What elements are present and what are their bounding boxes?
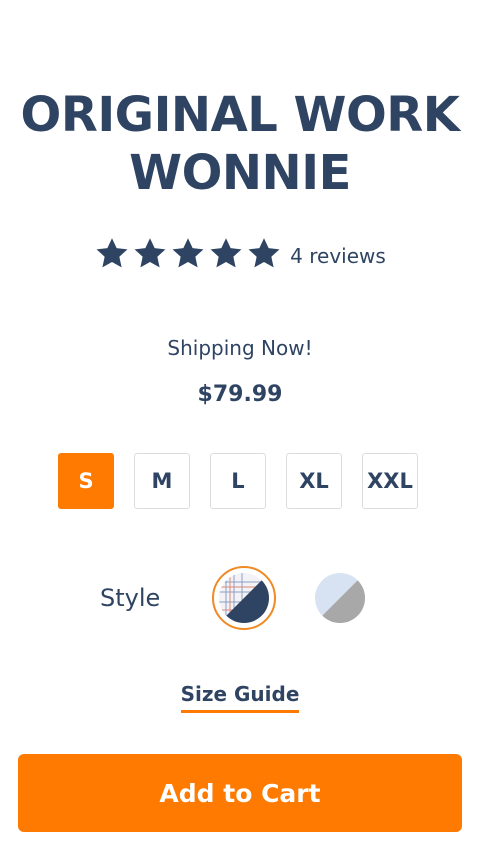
size-option-xxl[interactable]: XXL	[362, 453, 418, 509]
star-icon	[94, 236, 130, 272]
rating-row[interactable]: 4 reviews	[0, 236, 480, 272]
size-guide-link[interactable]: Size Guide	[180, 682, 300, 713]
star-icon	[246, 236, 282, 272]
size-option-l[interactable]: L	[210, 453, 266, 509]
size-selector: S M L XL XXL	[58, 453, 418, 509]
product-price: $79.99	[197, 382, 283, 407]
style-swatch-plaid-navy[interactable]	[212, 566, 276, 630]
size-guide: Size Guide	[0, 682, 480, 713]
plaid-swatch-icon	[218, 572, 270, 624]
star-icon	[132, 236, 168, 272]
style-label: Style	[100, 584, 161, 612]
lightblue-gray-swatch-icon	[314, 572, 366, 624]
star-rating	[94, 236, 282, 272]
size-option-xl[interactable]: XL	[286, 453, 342, 509]
style-swatch-lightblue-gray[interactable]	[308, 566, 372, 630]
style-selector: Style	[100, 566, 372, 630]
reviews-link[interactable]: 4 reviews	[290, 244, 386, 268]
size-option-m[interactable]: M	[134, 453, 190, 509]
product-title-line1: ORIGINAL WORK	[20, 87, 460, 143]
star-icon	[208, 236, 244, 272]
product-title-line2: WONNIE	[129, 145, 351, 201]
star-icon	[170, 236, 206, 272]
product-title: ORIGINAL WORK WONNIE	[0, 86, 480, 202]
size-option-s[interactable]: S	[58, 453, 114, 509]
shipping-status: Shipping Now!	[167, 336, 313, 360]
add-to-cart-button[interactable]: Add to Cart	[18, 754, 462, 832]
